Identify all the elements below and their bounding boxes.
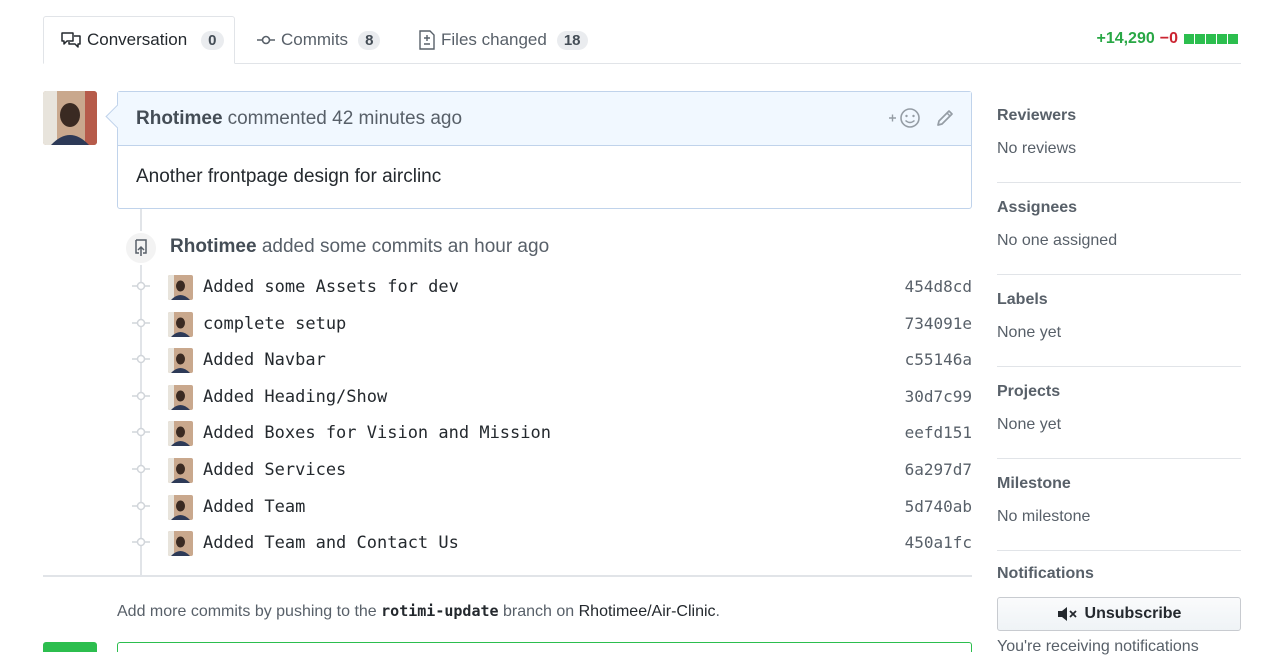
push-hint-prefix: Add more commits by pushing to the <box>117 603 377 620</box>
git-commit-icon <box>132 315 150 335</box>
notifications-note: You're receiving notifications <box>997 638 1199 655</box>
comment-meta: commented 42 minutes ago <box>227 107 463 129</box>
git-commit-icon <box>132 461 150 481</box>
tab-commits-label: Commits <box>281 30 349 49</box>
git-commit-icon <box>132 534 150 554</box>
git-commit-icon <box>132 351 150 371</box>
commit-author-avatar[interactable] <box>168 348 193 374</box>
file-diff-icon <box>419 30 435 50</box>
diffstat-additions: +14,290 <box>1096 30 1155 47</box>
commit-author-avatar[interactable] <box>168 531 193 557</box>
comment-body: Another frontpage design for airclinc <box>136 166 442 187</box>
commit-message[interactable]: Added Services <box>203 460 346 480</box>
diffstat-block <box>1217 34 1227 44</box>
sidebar-heading: Projects <box>997 383 1061 400</box>
commit-sha[interactable]: c55146a <box>905 350 972 369</box>
tab-files-changed[interactable]: Files changed 18 <box>419 16 588 64</box>
git-commit-icon <box>132 278 150 298</box>
commit-author-avatar[interactable] <box>168 458 193 483</box>
push-hint: Add more commits by pushing to the rotim… <box>117 602 720 621</box>
commit-author-avatar[interactable] <box>168 494 193 520</box>
sidebar-notifications-heading: Notifications <box>997 565 1094 582</box>
sidebar-labels[interactable]: Labels None yet <box>997 275 1241 367</box>
diffstat: +14,290 −0 <box>1096 30 1238 48</box>
commit-event-title: Rhotimee added some commits an hour ago <box>170 236 549 258</box>
commit-message[interactable]: Added Team and Contact Us <box>203 533 459 553</box>
diffstat-block <box>1184 34 1194 44</box>
diffstat-blocks <box>1183 34 1238 44</box>
tab-conversation-label: Conversation <box>87 30 188 49</box>
mute-icon <box>1057 606 1079 622</box>
commit-sha[interactable]: 734091e <box>905 314 972 333</box>
sidebar-value: No milestone <box>997 508 1091 525</box>
tab-files-changed-label: Files changed <box>441 30 547 49</box>
commit-sha[interactable]: 30d7c99 <box>905 387 972 406</box>
repo-push-icon <box>124 231 158 265</box>
commit-message[interactable]: Added Navbar <box>203 350 326 370</box>
sidebar-value: No reviews <box>997 140 1077 157</box>
sidebar-value: None yet <box>997 324 1062 341</box>
git-commit-icon <box>132 498 150 518</box>
diffstat-block <box>1228 34 1238 44</box>
push-hint-middle: branch on <box>503 603 575 620</box>
commit-sha[interactable]: 6a297d7 <box>905 460 972 479</box>
comment-box: Rhotimee commented 42 minutes ago Anothe… <box>117 91 972 209</box>
tab-files-changed-count: 18 <box>556 30 588 50</box>
commit-message[interactable]: complete setup <box>203 314 346 334</box>
commit-message[interactable]: Added some Assets for dev <box>203 277 459 297</box>
tab-conversation[interactable]: Conversation 0 <box>43 16 235 64</box>
tab-commits-count: 8 <box>358 30 381 50</box>
commit-message[interactable]: Added Heading/Show <box>203 387 387 407</box>
commit-message[interactable]: Added Team <box>203 497 305 517</box>
push-hint-suffix: . <box>715 603 720 620</box>
comment-header: Rhotimee commented 42 minutes ago <box>118 92 971 146</box>
sidebar-projects[interactable]: Projects None yet <box>997 367 1241 459</box>
commit-event-meta: added some commits an hour ago <box>261 236 550 257</box>
tab-conversation-count: 0 <box>201 30 224 50</box>
commit-sha[interactable]: 450a1fc <box>905 533 972 552</box>
sidebar-heading: Milestone <box>997 475 1071 492</box>
commit-sha[interactable]: 5d740ab <box>905 497 972 516</box>
commit-event-author[interactable]: Rhotimee <box>170 236 257 257</box>
commit-sha[interactable]: 454d8cd <box>905 277 972 296</box>
comment-discussion-icon <box>61 31 81 49</box>
commit-author-avatar[interactable] <box>168 421 193 447</box>
diffstat-block <box>1206 34 1216 44</box>
diffstat-deletions: −0 <box>1159 30 1178 47</box>
sidebar-milestone[interactable]: Milestone No milestone <box>997 459 1241 551</box>
commit-author-avatar[interactable] <box>168 384 193 410</box>
commit-sha[interactable]: eefd151 <box>905 423 972 442</box>
commit-author-avatar[interactable] <box>168 275 193 300</box>
tab-commits[interactable]: Commits 8 <box>257 16 381 64</box>
comment-actions <box>887 107 955 135</box>
add-reaction-icon[interactable] <box>887 107 921 135</box>
comment-author-avatar[interactable] <box>43 91 97 145</box>
sidebar-reviewers[interactable]: Reviewers No reviews <box>997 91 1241 183</box>
commit-author-avatar[interactable] <box>168 311 193 337</box>
git-commit-icon <box>132 424 150 444</box>
comment-author[interactable]: Rhotimee <box>136 108 223 130</box>
pr-tabs: Conversation 0 Commits 8 Files changed 1… <box>43 16 1241 64</box>
sidebar-heading: Reviewers <box>997 107 1077 124</box>
merge-box <box>117 642 972 652</box>
sidebar-heading: Labels <box>997 291 1048 308</box>
sidebar-assignees[interactable]: Assignees No one assigned <box>997 183 1241 275</box>
diffstat-block <box>1195 34 1205 44</box>
unsubscribe-label: Unsubscribe <box>1084 605 1182 622</box>
timeline-divider <box>43 575 972 577</box>
commit-message[interactable]: Added Boxes for Vision and Mission <box>203 423 551 443</box>
repo-name[interactable]: Rhotimee/Air-Clinic <box>579 603 716 620</box>
sidebar-value: None yet <box>997 416 1062 433</box>
git-commit-icon <box>257 34 275 46</box>
pencil-icon[interactable] <box>935 108 955 134</box>
merge-status-icon <box>43 642 97 652</box>
git-commit-icon <box>132 388 150 408</box>
unsubscribe-button[interactable]: Unsubscribe <box>997 597 1241 631</box>
sidebar-heading: Assignees <box>997 199 1078 216</box>
sidebar-value: No one assigned <box>997 232 1118 249</box>
branch-name[interactable]: rotimi-update <box>381 602 498 620</box>
